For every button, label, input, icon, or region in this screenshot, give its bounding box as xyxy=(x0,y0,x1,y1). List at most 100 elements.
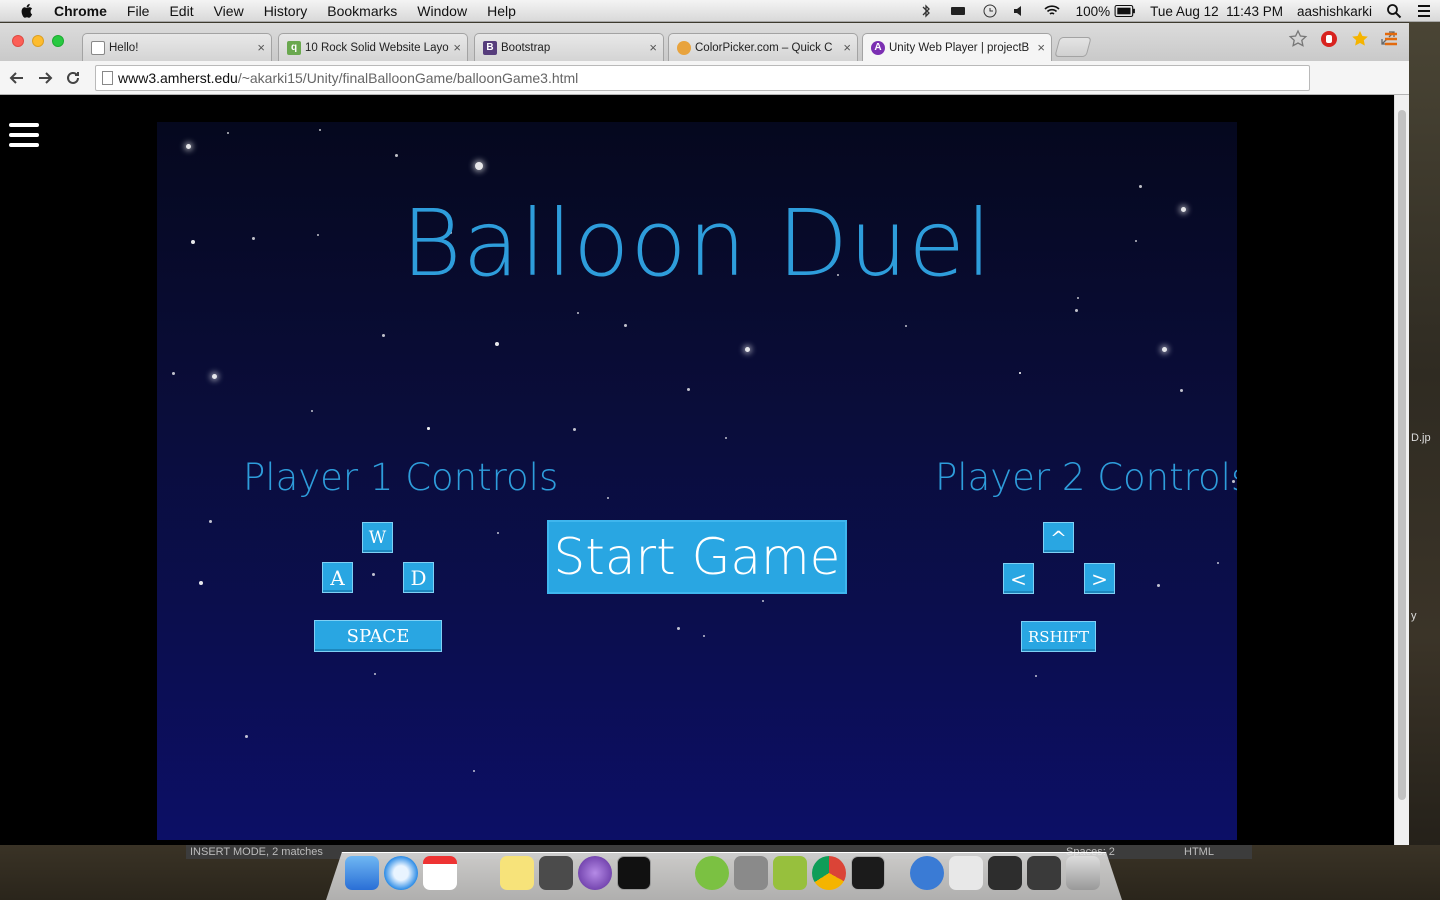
q-icon: q xyxy=(287,40,301,55)
tab-rock-solid-layouts[interactable]: q 10 Rock Solid Website Layo × xyxy=(278,33,468,61)
stickies-icon[interactable] xyxy=(500,856,534,890)
tab-bootstrap[interactable]: B Bootstrap × xyxy=(474,33,664,61)
new-tab-button[interactable] xyxy=(1054,37,1092,57)
star xyxy=(1035,675,1037,677)
finder-icon[interactable] xyxy=(345,856,379,890)
bluetooth-icon[interactable] xyxy=(918,3,934,19)
system-preferences-icon[interactable] xyxy=(734,856,768,890)
star xyxy=(1077,297,1079,299)
battery-icon[interactable] xyxy=(1114,3,1136,19)
menubar-status-area: 100% Tue Aug 12 11:43 PM aashishkarki xyxy=(918,0,1432,22)
menu-app-name[interactable]: Chrome xyxy=(52,0,117,22)
chrome-menu-icon[interactable] xyxy=(1381,29,1401,49)
trash-icon[interactable] xyxy=(1066,856,1100,890)
menu-view[interactable]: View xyxy=(204,0,254,22)
page-icon xyxy=(91,40,105,55)
star xyxy=(372,573,375,576)
p1-key-left: A xyxy=(322,562,353,593)
user-name[interactable]: aashishkarki xyxy=(1297,4,1372,19)
forward-arrow-icon xyxy=(39,72,53,84)
tab-unity-web-player[interactable]: A Unity Web Player | projectB × xyxy=(862,33,1052,61)
sublime-text-icon[interactable] xyxy=(539,856,573,890)
browser-window: Hello! × q 10 Rock Solid Website Layo × … xyxy=(0,23,1409,845)
tab-hello[interactable]: Hello! × xyxy=(82,33,272,61)
star xyxy=(725,437,727,439)
tab-colorpicker[interactable]: ColorPicker.com – Quick C × xyxy=(668,33,858,61)
menu-file[interactable]: File xyxy=(117,0,160,22)
hamburger-menu-icon[interactable] xyxy=(9,123,39,149)
star xyxy=(209,520,212,523)
folder-stack-icon[interactable] xyxy=(988,856,1022,890)
star xyxy=(475,162,483,170)
start-game-button[interactable]: Start Game xyxy=(547,520,847,594)
star xyxy=(495,342,499,346)
android-icon[interactable] xyxy=(773,856,807,890)
tab-title: Hello! xyxy=(109,41,139,54)
tab-close-icon[interactable]: × xyxy=(1037,40,1045,55)
menu-help[interactable]: Help xyxy=(477,0,526,22)
volume-icon[interactable] xyxy=(1012,3,1028,19)
back-button[interactable] xyxy=(7,68,27,88)
page-content: Balloon Duel Player 1 Controls Player 2 … xyxy=(0,95,1394,845)
apple-icon[interactable] xyxy=(18,2,36,20)
star xyxy=(905,325,907,327)
star xyxy=(703,635,705,637)
tab-close-icon[interactable]: × xyxy=(649,40,657,55)
battery-menu-icon[interactable] xyxy=(948,3,968,19)
p2-key-right: > xyxy=(1084,563,1115,594)
player2-controls-heading: Player 2 Controls xyxy=(935,456,1237,499)
unity-game-canvas[interactable]: Balloon Duel Player 1 Controls Player 2 … xyxy=(157,122,1237,840)
adblock-icon[interactable] xyxy=(1319,29,1339,49)
menu-bookmarks[interactable]: Bookmarks xyxy=(317,0,407,22)
desktop-file-label[interactable]: D.jp xyxy=(1411,432,1431,444)
tab-title: 10 Rock Solid Website Layo xyxy=(305,41,449,54)
screen-sharing-icon[interactable] xyxy=(910,856,944,890)
window-close-button[interactable] xyxy=(12,35,24,47)
tab-close-icon[interactable]: × xyxy=(257,40,265,55)
url-path: /~akarki15/Unity/finalBalloonGame/balloo… xyxy=(237,70,579,86)
calendar-icon[interactable] xyxy=(423,856,457,890)
star xyxy=(1217,562,1219,564)
menu-history[interactable]: History xyxy=(254,0,318,22)
spotlight-search-icon[interactable] xyxy=(1386,3,1402,19)
time-machine-icon[interactable] xyxy=(982,3,998,19)
star xyxy=(687,388,690,391)
forward-button[interactable] xyxy=(35,68,55,88)
menu-edit[interactable]: Edit xyxy=(159,0,203,22)
desktop-file-label-2[interactable]: y xyxy=(1411,610,1417,622)
folder-stack-icon-2[interactable] xyxy=(1027,856,1061,890)
scrollbar-thumb[interactable] xyxy=(1398,110,1406,800)
palette-icon xyxy=(677,40,691,55)
menu-window[interactable]: Window xyxy=(407,0,477,22)
wifi-icon[interactable] xyxy=(1042,3,1062,19)
notification-center-icon[interactable] xyxy=(1416,3,1432,19)
star xyxy=(227,132,229,134)
star xyxy=(186,144,191,149)
address-bar[interactable]: www3.amherst.edu/~akarki15/Unity/finalBa… xyxy=(95,65,1310,91)
page-scrollbar[interactable] xyxy=(1394,95,1409,845)
bookmark-star-icon[interactable] xyxy=(1288,29,1308,49)
document-icon[interactable] xyxy=(949,856,983,890)
extension-star-icon[interactable] xyxy=(1350,29,1370,49)
p1-key-right: D xyxy=(403,562,434,593)
eclipse-icon[interactable] xyxy=(578,856,612,890)
terminal-icon[interactable] xyxy=(617,856,651,890)
tab-close-icon[interactable]: × xyxy=(843,40,851,55)
tab-close-icon[interactable]: × xyxy=(453,40,461,55)
p2-key-action: RSHIFT xyxy=(1021,621,1096,652)
reload-button[interactable] xyxy=(63,68,83,88)
window-minimize-button[interactable] xyxy=(32,35,44,47)
battery-percent[interactable]: 100% xyxy=(1076,4,1111,19)
activity-monitor-icon[interactable] xyxy=(851,856,885,890)
star xyxy=(762,600,764,602)
chrome-icon[interactable] xyxy=(812,856,846,890)
star xyxy=(395,154,398,157)
editor-syntax-status[interactable]: HTML xyxy=(1184,845,1214,859)
player1-controls-heading: Player 1 Controls xyxy=(243,456,559,499)
clock[interactable]: Tue Aug 12 11:43 PM xyxy=(1150,4,1283,19)
window-zoom-button[interactable] xyxy=(52,35,64,47)
spotify-icon[interactable] xyxy=(695,856,729,890)
browser-toolbar: www3.amherst.edu/~akarki15/Unity/finalBa… xyxy=(0,61,1409,95)
bootstrap-icon: B xyxy=(483,40,497,55)
safari-icon[interactable] xyxy=(384,856,418,890)
